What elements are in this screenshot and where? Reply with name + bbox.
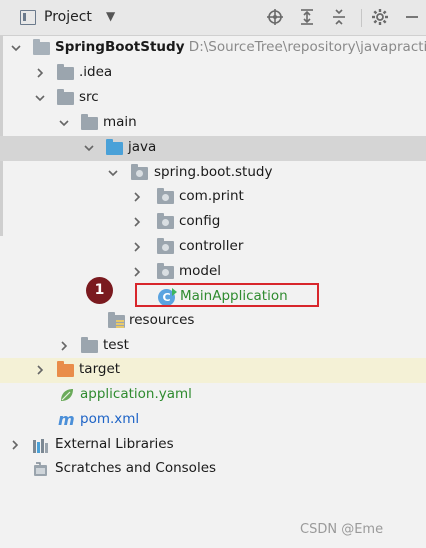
chevron-down-icon[interactable] bbox=[10, 42, 22, 54]
chevron-right-icon[interactable] bbox=[131, 191, 143, 203]
maven-file-icon: m bbox=[58, 410, 75, 429]
expand-all-icon[interactable] bbox=[298, 8, 316, 26]
tree-row-idea[interactable]: .idea bbox=[0, 61, 426, 86]
package-icon bbox=[131, 164, 148, 180]
scratches-icon bbox=[33, 461, 49, 477]
chevron-down-icon[interactable] bbox=[58, 117, 70, 129]
chevron-right-icon[interactable] bbox=[34, 67, 46, 79]
tree-label-target: target bbox=[79, 361, 121, 377]
gear-icon[interactable] bbox=[371, 8, 389, 26]
tree-row-src[interactable]: src bbox=[0, 86, 426, 111]
package-icon bbox=[157, 188, 174, 204]
project-view-icon bbox=[20, 10, 36, 25]
tree-row-java[interactable]: java bbox=[0, 136, 426, 161]
tree-label-src: src bbox=[79, 89, 99, 105]
tree-row-test[interactable]: test bbox=[0, 334, 426, 359]
tree-label-controller: controller bbox=[179, 238, 244, 254]
folder-icon bbox=[57, 89, 74, 105]
chevron-right-icon[interactable] bbox=[58, 340, 70, 352]
folder-icon bbox=[81, 337, 98, 353]
module-folder-icon bbox=[33, 39, 50, 55]
project-toolbar: Project ▼ bbox=[0, 0, 426, 36]
collapse-all-icon[interactable] bbox=[330, 8, 348, 26]
chevron-down-icon[interactable] bbox=[83, 142, 95, 154]
resources-folder-icon bbox=[108, 312, 125, 328]
chevron-right-icon[interactable] bbox=[9, 439, 21, 451]
tree-row-resources[interactable]: resources bbox=[0, 309, 426, 334]
tree-label-idea: .idea bbox=[79, 64, 113, 80]
tree-label-scratches: Scratches and Consoles bbox=[55, 460, 217, 476]
tree-row-root[interactable]: SpringBootStudy D:\SourceTree\repository… bbox=[0, 36, 426, 61]
package-icon bbox=[157, 213, 174, 229]
step-badge: 1 bbox=[86, 277, 113, 304]
tree-row-controller[interactable]: controller bbox=[0, 235, 426, 260]
chevron-right-icon[interactable] bbox=[131, 266, 143, 278]
chevron-right-icon[interactable] bbox=[131, 241, 143, 253]
toolbar-separator bbox=[361, 9, 362, 27]
tree-row-scratches[interactable]: Scratches and Consoles bbox=[0, 457, 426, 482]
tree-label-test: test bbox=[103, 337, 129, 353]
tree-label-pom-xml: pom.xml bbox=[80, 411, 140, 427]
watermark: CSDN @Eme bbox=[300, 522, 384, 537]
tree-label-main: main bbox=[103, 114, 137, 130]
project-title[interactable]: Project bbox=[44, 9, 92, 25]
tree-row-external-libraries[interactable]: External Libraries bbox=[0, 433, 426, 458]
tree-row-package[interactable]: spring.boot.study bbox=[0, 161, 426, 186]
chevron-right-icon[interactable] bbox=[34, 364, 46, 376]
chevron-down-icon[interactable] bbox=[107, 167, 119, 179]
tree-label-root: SpringBootStudy D:\SourceTree\repository… bbox=[55, 39, 426, 55]
tree-label-java: java bbox=[128, 139, 157, 155]
root-path: D:\SourceTree\repository\javapractic bbox=[188, 39, 426, 55]
package-icon bbox=[157, 263, 174, 279]
tree-row-target[interactable]: target bbox=[0, 358, 426, 383]
tree-label-model: model bbox=[179, 263, 222, 279]
tree-label-package: spring.boot.study bbox=[154, 164, 273, 180]
folder-icon bbox=[81, 114, 98, 130]
source-folder-icon bbox=[106, 139, 123, 155]
tree-label-config: config bbox=[179, 213, 221, 229]
chevron-down-icon[interactable] bbox=[34, 92, 46, 104]
chevron-down-icon[interactable]: ▼ bbox=[106, 9, 115, 23]
tree-label-com-print: com.print bbox=[179, 188, 244, 204]
highlight-box bbox=[135, 283, 319, 307]
tree-row-pom-xml[interactable]: m pom.xml bbox=[0, 408, 426, 433]
tree-row-model[interactable]: model bbox=[0, 260, 426, 285]
yaml-file-icon bbox=[59, 387, 75, 403]
tree-label-application-yaml: application.yaml bbox=[80, 386, 192, 402]
excluded-folder-icon bbox=[57, 361, 74, 377]
tree-row-com-print[interactable]: com.print bbox=[0, 185, 426, 210]
package-icon bbox=[157, 238, 174, 254]
folder-icon bbox=[57, 64, 74, 80]
minimize-icon[interactable] bbox=[403, 8, 421, 26]
tree-row-config[interactable]: config bbox=[0, 210, 426, 235]
tree-row-application-yaml[interactable]: application.yaml bbox=[0, 383, 426, 408]
locate-icon[interactable] bbox=[266, 8, 284, 26]
tree-row-main[interactable]: main bbox=[0, 111, 426, 136]
tree-label-resources: resources bbox=[129, 312, 195, 328]
root-name: SpringBootStudy bbox=[55, 39, 185, 55]
library-icon bbox=[33, 438, 49, 453]
chevron-right-icon[interactable] bbox=[131, 216, 143, 228]
tree-label-external-libraries: External Libraries bbox=[55, 436, 174, 452]
